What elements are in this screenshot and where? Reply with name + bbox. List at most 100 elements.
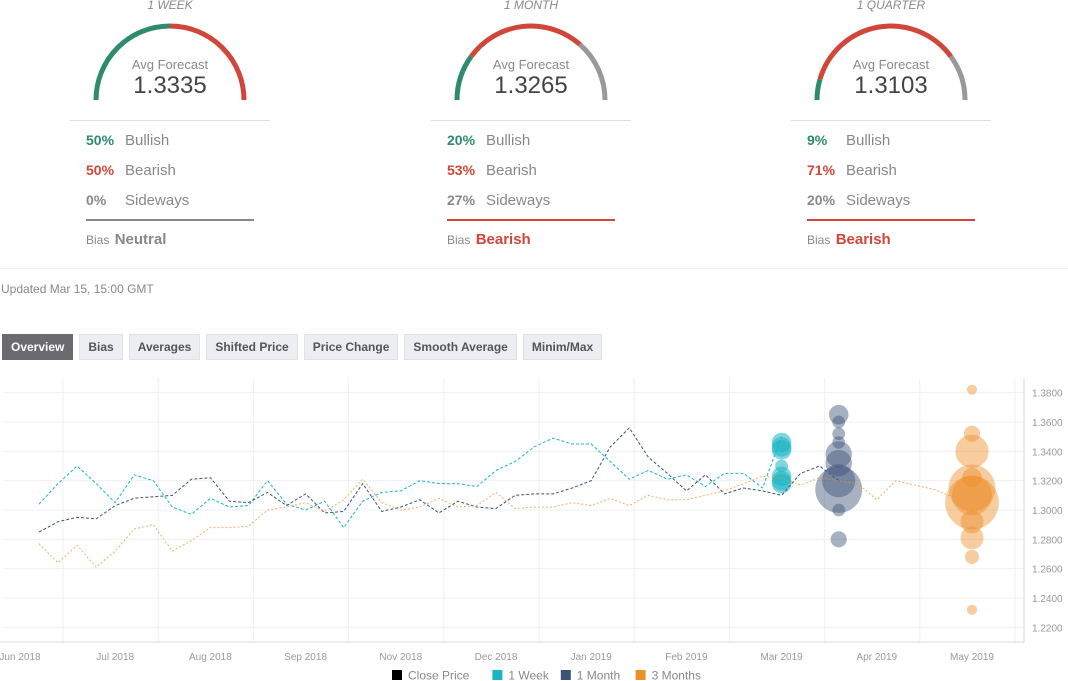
y-tick-label: 1.3400 [1032,447,1063,458]
tab-shifted-price[interactable]: Shifted Price [206,334,298,360]
chart-tabs: Overview Bias Averages Shifted Price Pri… [2,334,603,360]
bias-underline [447,219,615,221]
avg-forecast-value: 1.3265 [494,72,568,99]
sideways-pct: 27% [447,192,476,208]
bubble-point [964,549,980,565]
series-line-week [38,436,783,529]
bias-value: Neutral [114,231,167,248]
y-tick-label: 1.3800 [1032,389,1063,400]
bubble-point [771,440,792,460]
bearish-label: Bearish [125,162,176,179]
updated-timestamp: Updated Mar 15, 15:00 GMT [1,282,154,296]
legend: Close Price 1 Week 1 Month 3 Months [392,669,701,681]
bearish-row: 50% Bearish [86,162,176,179]
y-tick-label: 1.3000 [1032,506,1063,517]
divider [431,120,631,121]
section-divider [0,268,1068,269]
x-tick-label: Dec 2018 [475,652,518,663]
bubbles-quarter [945,384,999,615]
bias-underline [86,219,254,221]
y-tick-label: 1.2400 [1032,594,1063,605]
sideways-pct: 20% [807,192,836,208]
sideways-label: Sideways [846,192,911,209]
divider [791,120,991,121]
bearish-row: 71% Bearish [807,162,897,179]
x-tick-label: Jan 2019 [571,652,613,663]
legend-swatch [492,670,503,680]
bias-label: Bias [807,233,831,247]
legend-label: 3 Months [652,669,701,681]
bullish-row: 20% Bullish [447,132,530,149]
x-tick-label: Aug 2018 [189,652,232,663]
bearish-pct: 71% [807,162,836,178]
legend-label: 1 Week [508,669,549,681]
legend-swatch [635,670,646,680]
bearish-label: Bearish [846,162,897,179]
avg-forecast-label: Avg Forecast [852,57,930,72]
series-line-month [38,427,840,533]
x-tick-label: May 2019 [950,652,994,663]
grid [4,378,1024,642]
bias-value: Bearish [835,231,891,248]
legend-item-month[interactable]: 1 Month [560,669,620,681]
bullish-row: 50% Bullish [86,132,169,149]
bubble-point [830,531,847,548]
avg-forecast-label: Avg Forecast [131,57,209,72]
x-tick-label: Jul 2018 [96,652,134,663]
bias-label: Bias [447,233,471,247]
sideways-label: Sideways [125,192,190,209]
x-tick-label: Mar 2019 [760,652,803,663]
bullish-pct: 9% [807,132,828,148]
bullish-pct: 20% [447,132,476,148]
bias-label: Bias [86,233,110,247]
y-tick-label: 1.3600 [1032,418,1063,429]
bubble-point [966,604,978,615]
bullish-pct: 50% [86,132,115,148]
bullish-label: Bullish [486,132,531,149]
legend-item-close[interactable]: Close Price [392,669,470,681]
sideways-row: 27% Sideways [447,192,550,209]
tab-minim-max[interactable]: Minim/Max [522,334,603,360]
legend-label: Close Price [408,669,470,681]
bearish-label: Bearish [486,162,537,179]
forecast-chart: 1.2200 1.2400 1.2600 1.2800 1.3000 1.3200 1.34… [0,378,1063,681]
x-tick-label: Sep 2018 [284,652,327,663]
bearish-pct: 50% [86,162,115,178]
bubble-point [966,384,978,395]
divider [70,120,270,121]
gauge-segment-bearish [469,23,582,58]
bullish-label: Bullish [125,132,170,149]
sideways-row: 20% Sideways [807,192,910,209]
bias: Bias Bearish [807,231,891,248]
legend-item-quarter[interactable]: 3 Months [635,669,701,681]
legend-item-week[interactable]: 1 Week [492,669,550,681]
y-tick-label: 1.2600 [1032,565,1063,576]
bubble-point [960,526,984,550]
bubble-point [832,415,846,429]
tab-overview[interactable]: Overview [2,334,74,360]
bearish-pct: 53% [447,162,476,178]
bubbles-month [815,404,863,548]
x-tick-label: Nov 2018 [379,652,422,663]
bullish-label: Bullish [846,132,891,149]
y-tick-label: 1.3200 [1032,477,1063,488]
x-tick-label: Feb 2019 [665,652,708,663]
tab-smooth-average[interactable]: Smooth Average [404,334,517,360]
y-tick-label: 1.2800 [1032,535,1063,546]
sideways-pct: 0% [86,192,107,208]
tab-price-change[interactable]: Price Change [303,334,399,360]
avg-forecast-label: Avg Forecast [492,57,570,72]
legend-swatch [392,670,402,680]
tab-bias[interactable]: Bias [79,334,123,360]
avg-forecast-value: 1.3103 [854,72,928,99]
bubble-point [955,434,989,468]
bubble-point [771,473,792,494]
x-tick-label: Apr 2019 [857,652,898,663]
bias: Bias Bearish [447,231,531,248]
x-tick-label: Jun 2018 [0,652,41,663]
tab-averages[interactable]: Averages [128,334,201,360]
avg-forecast-value: 1.3335 [133,72,207,99]
bubbles-week [771,432,792,494]
bias: Bias Neutral [86,231,166,248]
bullish-row: 9% Bullish [807,132,890,149]
